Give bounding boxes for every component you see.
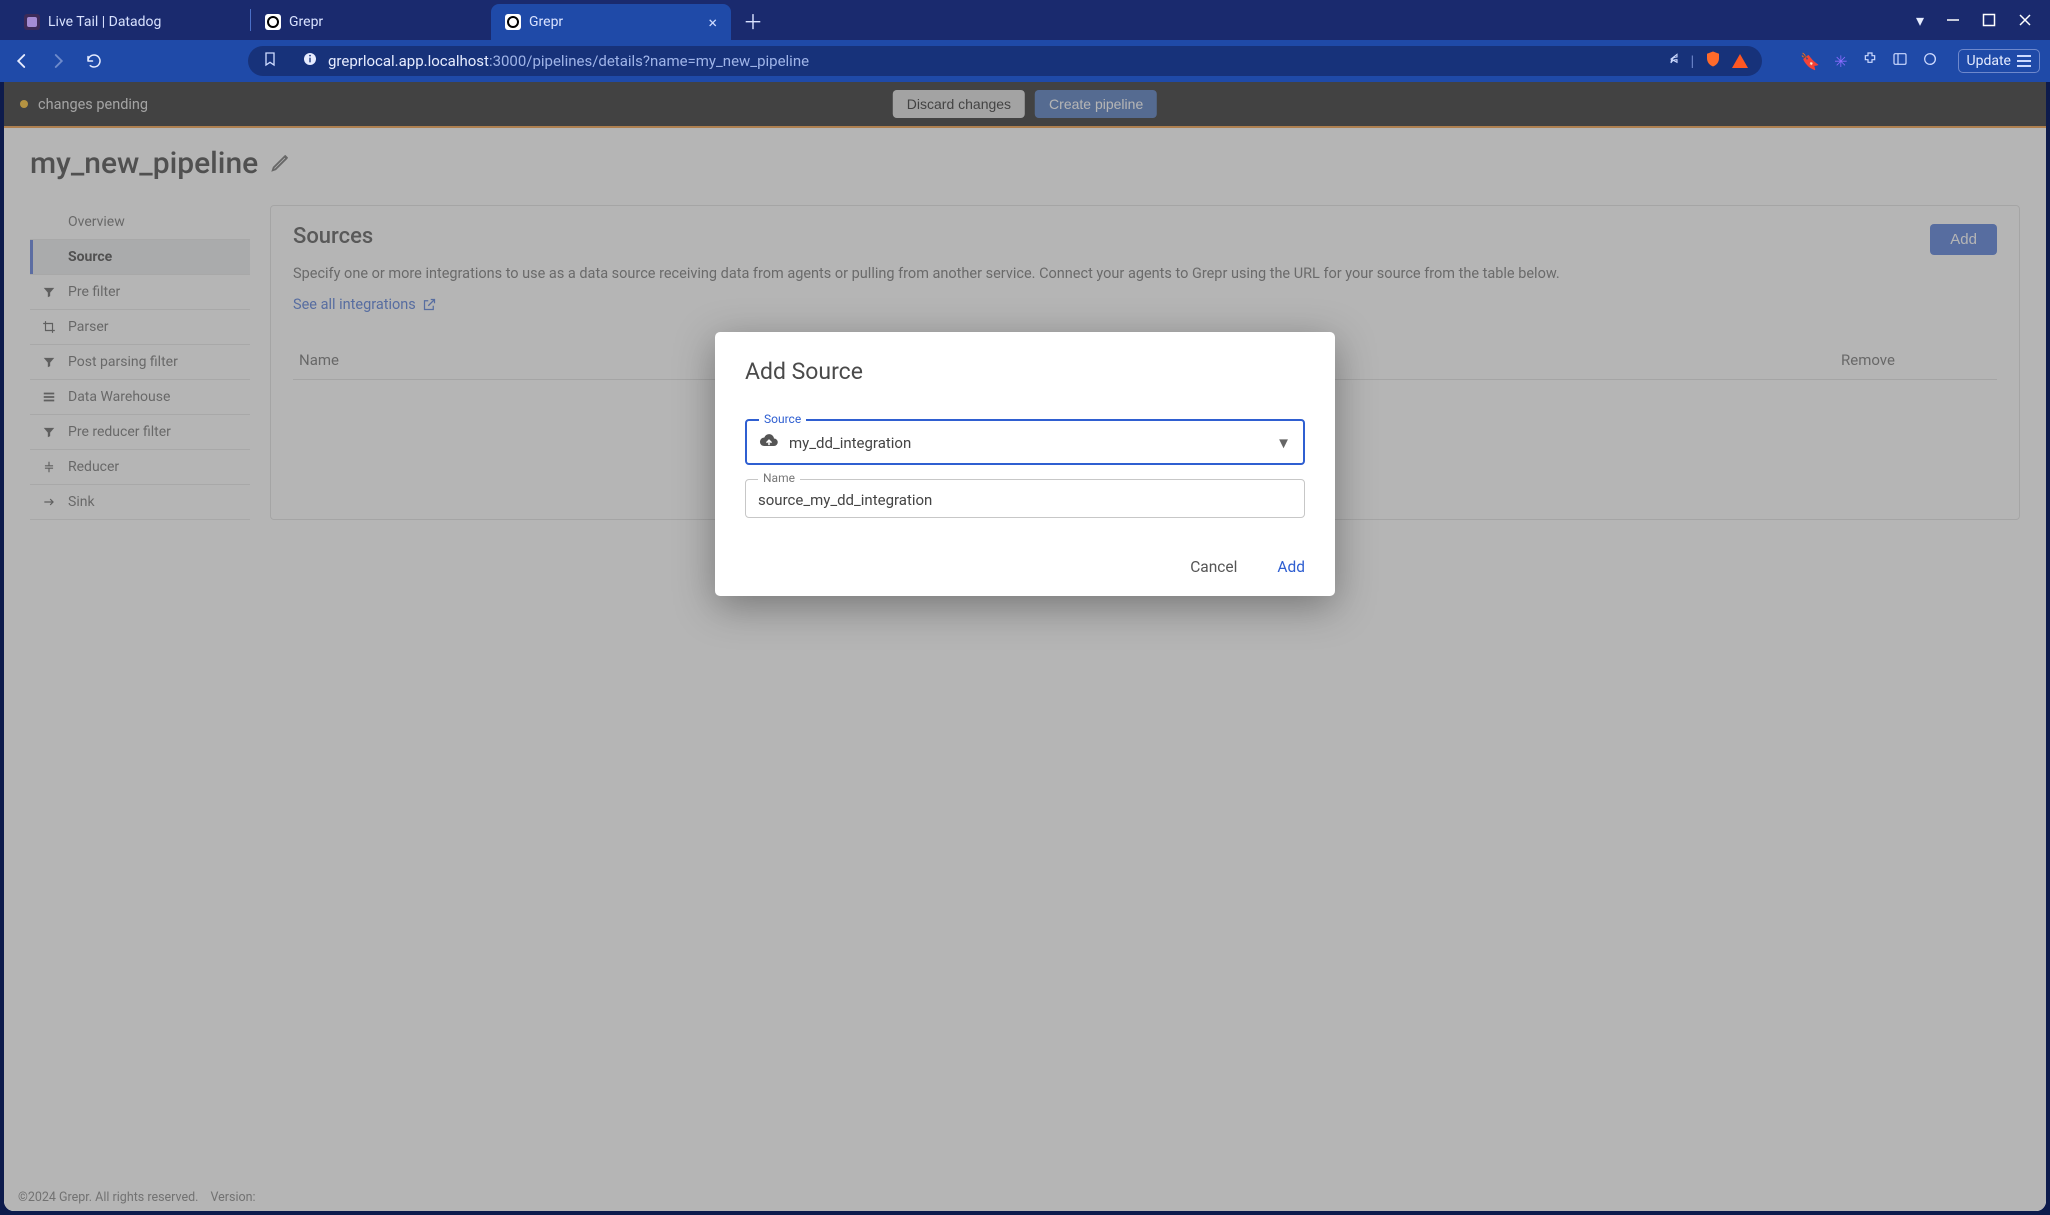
close-tab-icon[interactable]: × — [708, 13, 717, 32]
back-button[interactable] — [10, 49, 34, 73]
browser-tab-2[interactable]: Grepr × — [491, 4, 731, 40]
add-source-modal: Add Source Source my_dd_integration ▼ Na… — [715, 332, 1335, 596]
app-viewport: changes pending Discard changes Create p… — [4, 82, 2046, 1211]
bookmark-icon[interactable] — [262, 51, 278, 71]
warning-triangle-icon[interactable] — [1732, 54, 1748, 68]
maximize-icon[interactable] — [1982, 13, 1996, 27]
name-input-field[interactable]: Name — [745, 479, 1305, 518]
url-field[interactable]: greprlocal.app.localhost:3000/pipelines/… — [248, 46, 1762, 76]
source-field-label: Source — [759, 412, 806, 426]
modal-overlay[interactable]: Add Source Source my_dd_integration ▼ Na… — [4, 82, 2046, 1211]
url-text: greprlocal.app.localhost:3000/pipelines/… — [328, 52, 809, 70]
window-controls: ▾ — [1916, 11, 2050, 30]
modal-add-button[interactable]: Add — [1277, 558, 1305, 576]
name-input[interactable] — [758, 491, 1292, 509]
name-field-label: Name — [758, 471, 800, 485]
extension-icons: 🔖 ✳ — [1800, 51, 1937, 71]
tab-title: Grepr — [529, 14, 563, 30]
update-label: Update — [1967, 53, 2011, 69]
modal-title: Add Source — [745, 358, 1305, 385]
browser-tabstrip: Live Tail | Datadog Grepr Grepr × ＋ ▾ — [0, 0, 2050, 40]
extension-icon[interactable]: 🔖 — [1800, 52, 1820, 71]
browser-tab-1[interactable]: Grepr — [251, 4, 491, 40]
favicon-icon — [265, 14, 281, 30]
menu-icon — [2017, 55, 2031, 67]
minimize-icon[interactable] — [1946, 13, 1960, 27]
update-button[interactable]: Update — [1958, 49, 2040, 73]
tab-title: Grepr — [289, 14, 323, 30]
chevron-down-icon: ▼ — [1276, 434, 1291, 452]
extension-icon[interactable]: ✳ — [1834, 52, 1847, 71]
brave-shield-icon[interactable] — [1704, 50, 1722, 72]
brave-rewards-icon[interactable] — [1922, 51, 1938, 71]
reload-button[interactable] — [82, 49, 106, 73]
sidebar-toggle-icon[interactable] — [1892, 51, 1908, 71]
address-bar: greprlocal.app.localhost:3000/pipelines/… — [0, 40, 2050, 82]
favicon-icon — [505, 14, 521, 30]
source-selected-value: my_dd_integration — [789, 434, 911, 452]
site-info-icon[interactable] — [302, 51, 318, 71]
modal-cancel-button[interactable]: Cancel — [1190, 558, 1237, 576]
chevron-down-icon[interactable]: ▾ — [1916, 11, 1924, 30]
cloud-upload-icon — [759, 431, 779, 455]
close-window-icon[interactable] — [2018, 13, 2032, 27]
tab-title: Live Tail | Datadog — [48, 14, 161, 30]
share-icon[interactable] — [1665, 51, 1681, 71]
extensions-button-icon[interactable] — [1862, 51, 1878, 71]
new-tab-button[interactable]: ＋ — [737, 4, 769, 36]
browser-tab-0[interactable]: Live Tail | Datadog — [10, 4, 250, 40]
forward-button[interactable] — [46, 49, 70, 73]
favicon-icon — [24, 14, 40, 30]
source-select-field[interactable]: Source my_dd_integration ▼ — [745, 419, 1305, 465]
